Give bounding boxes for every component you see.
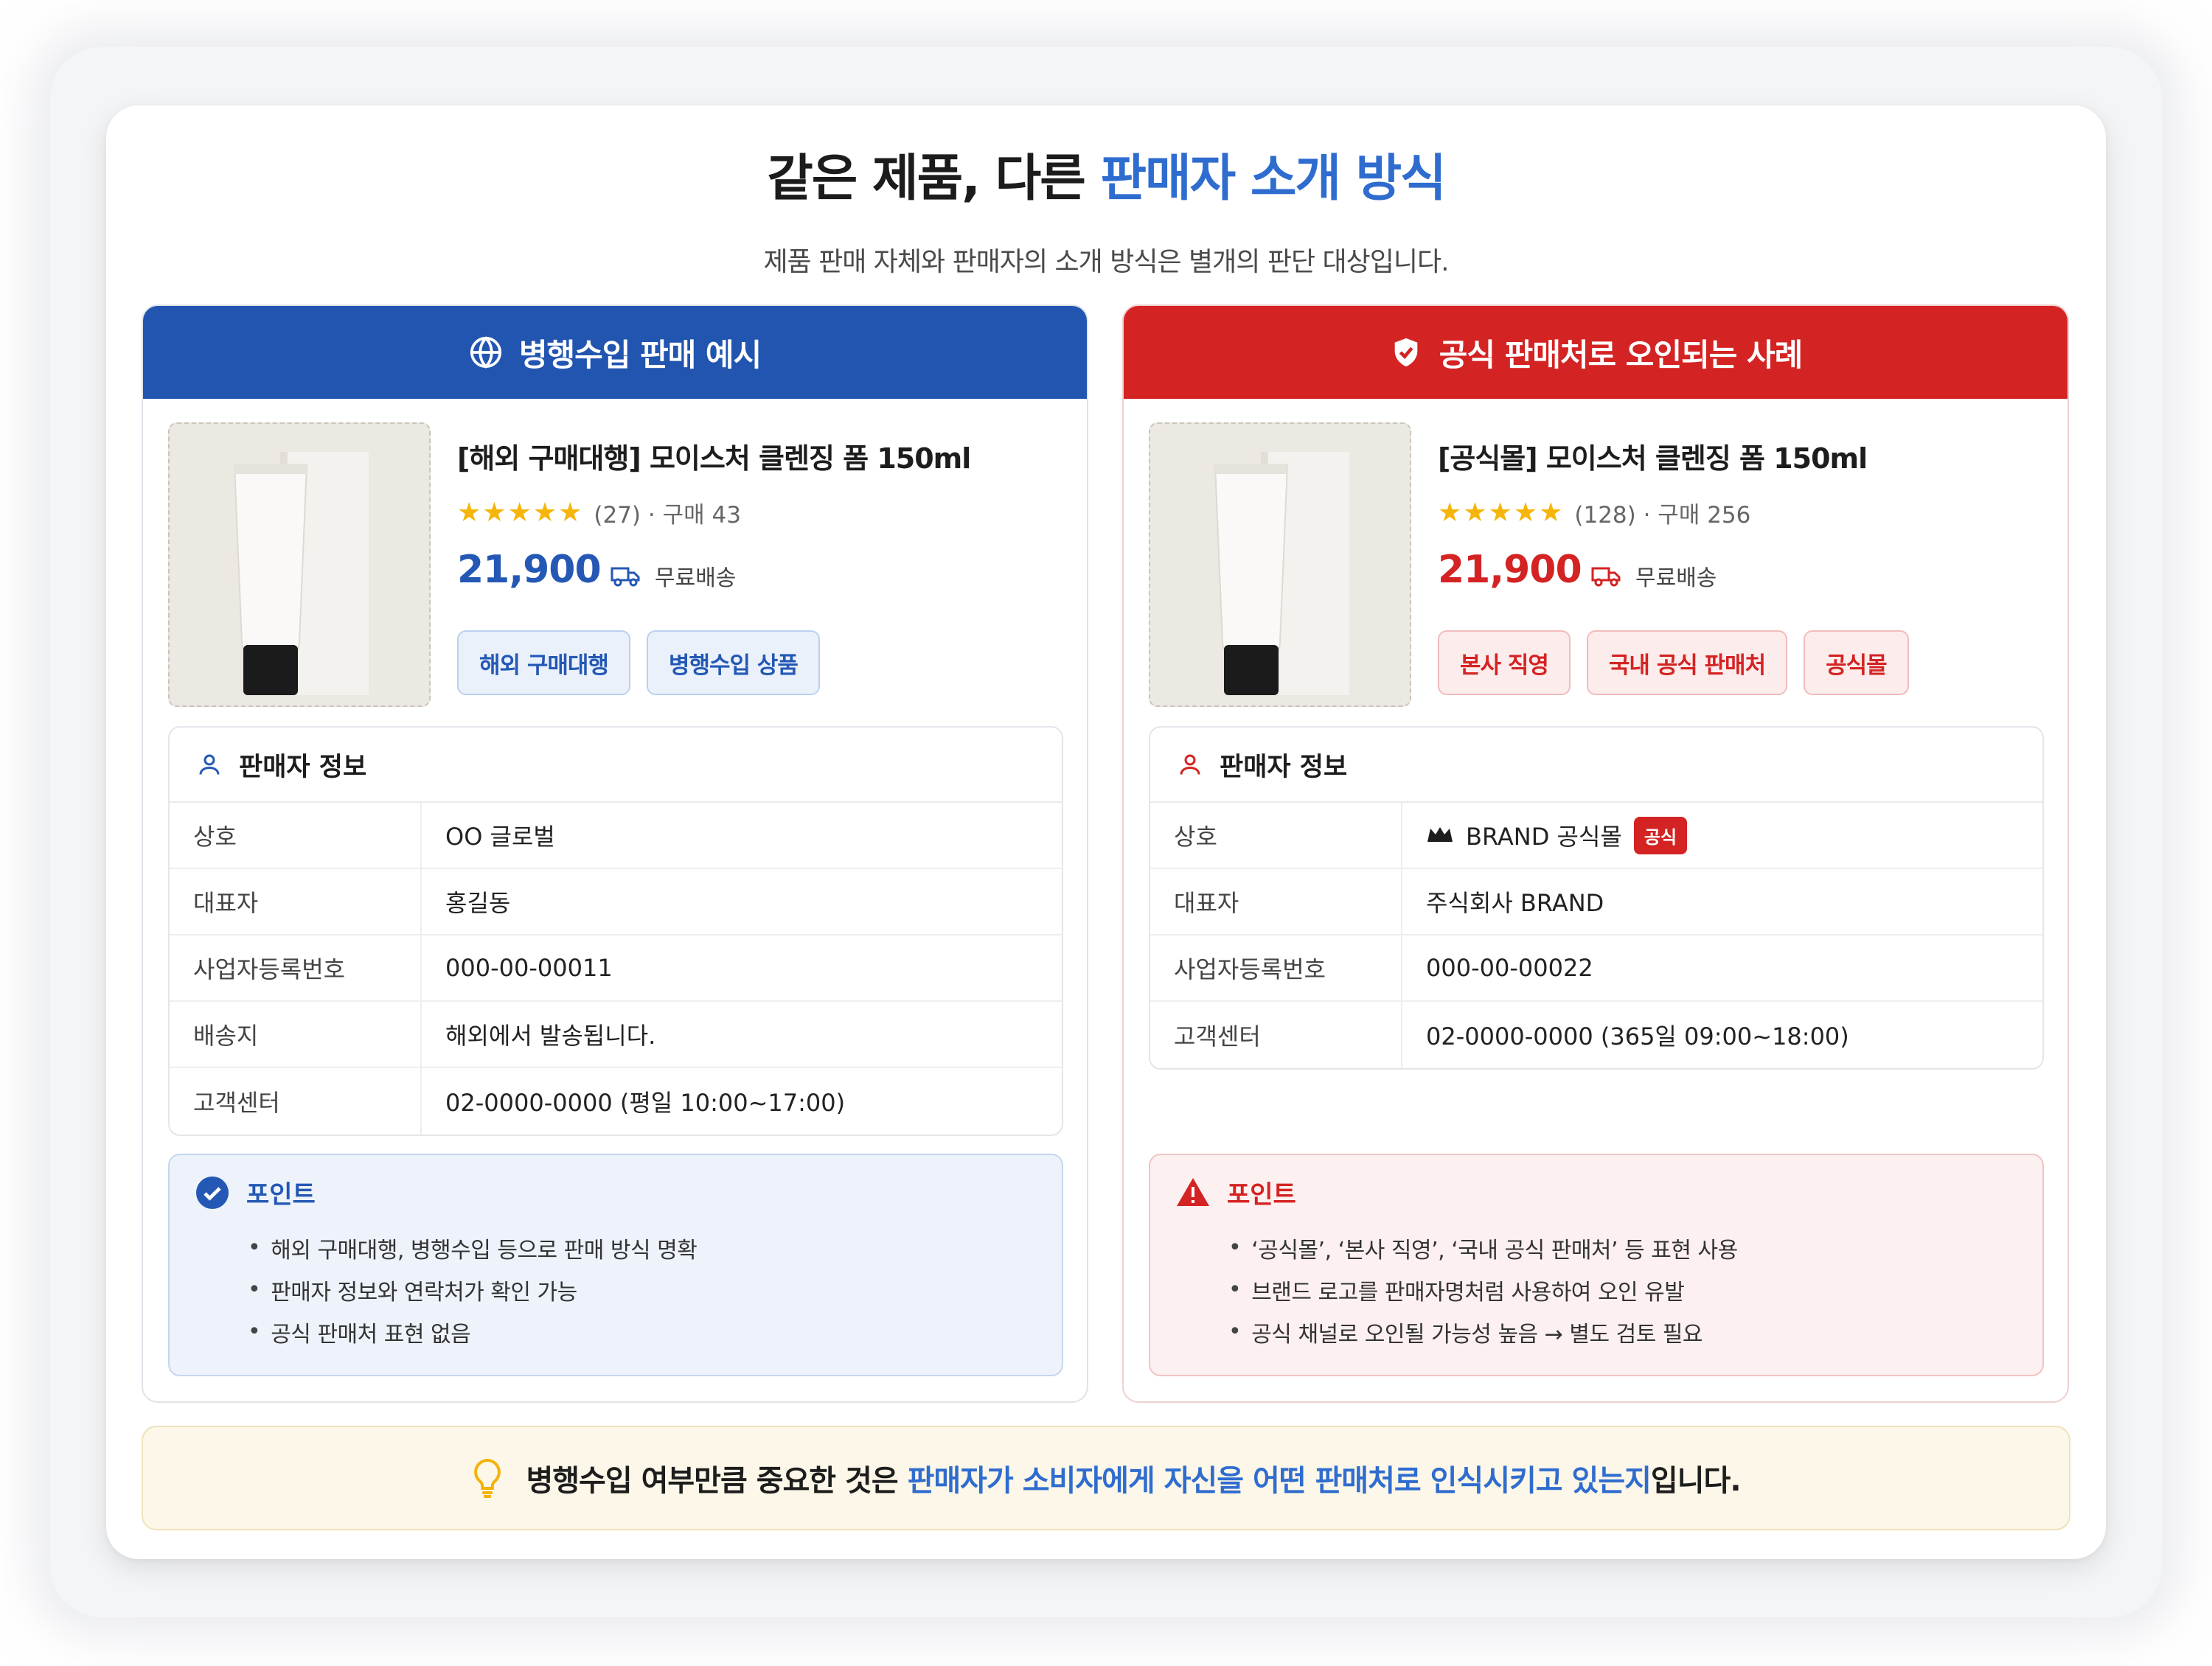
check-circle-icon: [196, 1176, 229, 1209]
tag-official-domestic-seller[interactable]: 국내 공식 판매처: [1586, 630, 1788, 695]
tag-hq-direct[interactable]: 본사 직영: [1438, 630, 1571, 695]
review-count: (27) · 구매 43: [594, 502, 741, 529]
product-card[interactable]: [해외 구매대행] 모이스처 클렌징 폼 150ml ★★★★★ (27) · …: [168, 422, 1065, 717]
tag-official-mall[interactable]: 공식몰: [1804, 630, 1909, 695]
product-name[interactable]: [공식몰] 모이스처 클렌징 폼 150ml: [1438, 436, 1868, 476]
warning-icon: [1177, 1177, 1209, 1206]
seller-row: 고객센터 02-0000-0000 (평일 10:00~17:00): [170, 1068, 1062, 1135]
point-box: 포인트 ‘공식몰’, ‘본사 직영’, ‘국내 공식 판매처’ 등 표현 사용 …: [1149, 1154, 2044, 1376]
product-name[interactable]: [해외 구매대행] 모이스처 클렌징 폼 150ml: [457, 436, 971, 476]
globe-icon: [470, 336, 501, 369]
seller-name: BRAND 공식몰: [1466, 823, 1622, 851]
seller-row: 상호 BRAND 공식몰 공식: [1150, 803, 2042, 869]
official-badge: 공식: [1633, 816, 1688, 854]
point-item: ‘공식몰’, ‘본사 직영’, ‘국내 공식 판매처’ 등 표현 사용: [1228, 1227, 2042, 1269]
parallel-import-panel: 병행수입 판매 예시 [해외 구매대행] 모이스처 클렌징 폼 150ml ★★…: [142, 304, 1088, 1403]
product-price: 21,900: [457, 548, 602, 592]
panel-header: 공식 판매처로 오인되는 사례: [1124, 306, 2067, 399]
point-item: 브랜드 로고를 판매자명처럼 사용하여 오인 유발: [1228, 1269, 2042, 1311]
shield-check-icon: [1394, 338, 1418, 367]
seller-info-table: 판매자 정보 상호 OO 글로벌 대표자 홍길동 사업자등록번호 000-00-000…: [168, 726, 1063, 1136]
panel-header: 병행수입 판매 예시: [143, 306, 1087, 399]
truck-icon: [1591, 567, 1621, 587]
key-takeaway-banner: 병행수입 여부만큼 중요한 것은 판매자가 소비자에게 자신을 어떤 판매처로 …: [142, 1426, 2070, 1530]
seller-row: 대표자 주식회사 BRAND: [1150, 869, 2042, 935]
truck-icon: [611, 567, 640, 587]
seller-row: 배송지 해외에서 발송됩니다.: [170, 1002, 1062, 1068]
product-rating: ★★★★★ (128) · 구매 256: [1438, 496, 1750, 529]
point-list: 해외 구매대행, 병행수입 등으로 판매 방식 명확 판매자 정보와 연락처가 …: [195, 1227, 1062, 1353]
point-item: 공식 채널로 오인될 가능성 높음 → 별도 검토 필요: [1228, 1311, 2042, 1353]
seller-info-table: 판매자 정보 상호 BRAND 공식몰 공식 대표자 주식회사 BRAND 사업자…: [1149, 726, 2044, 1070]
seller-row: 상호 OO 글로벌: [170, 803, 1062, 869]
point-header: 포인트: [1175, 1174, 2042, 1210]
user-icon: [1180, 754, 1200, 775]
shipping-label: 무료배송: [1635, 565, 1717, 591]
seller-row: 사업자등록번호 000-00-00011: [170, 935, 1062, 1002]
takeaway-accent: 판매자가 소비자에게 자신을 어떤 판매처로 인식시키고 있는지: [907, 1464, 1652, 1498]
star-rating-icon: ★★★★★: [1438, 498, 1565, 528]
shipping-label: 무료배송: [655, 565, 737, 591]
tag-parallel-import[interactable]: 병행수입 상품: [646, 630, 820, 695]
point-box: 포인트 해외 구매대행, 병행수입 등으로 판매 방식 명확 판매자 정보와 연…: [168, 1154, 1063, 1376]
product-image[interactable]: [1149, 422, 1411, 707]
point-item: 판매자 정보와 연락처가 확인 가능: [248, 1269, 1062, 1311]
point-list: ‘공식몰’, ‘본사 직영’, ‘국내 공식 판매처’ 등 표현 사용 브랜드 …: [1175, 1227, 2042, 1353]
page-subtitle: 제품 판매 자체와 판매자의 소개 방식은 별개의 판단 대상입니다.: [763, 247, 1449, 277]
star-rating-icon: ★★★★★: [457, 498, 584, 528]
lightbulb-icon: [474, 1458, 501, 1498]
page-title: 같은 제품, 다른 판매자 소개 방식: [767, 150, 1447, 208]
review-count: (128) · 구매 256: [1574, 502, 1751, 529]
official-misleading-panel: 공식 판매처로 오인되는 사례 [공식몰] 모이스처 클렌징 폼 150ml ★…: [1122, 304, 2069, 1403]
product-price: 21,900: [1438, 548, 1582, 592]
page-title-accent: 판매자 소개 방식: [1100, 150, 1446, 208]
shipping-info: 무료배송: [611, 560, 736, 592]
product-card[interactable]: [공식몰] 모이스처 클렌징 폼 150ml ★★★★★ (128) · 구매 …: [1149, 422, 2045, 717]
seller-row: 고객센터 02-0000-0000 (365일 09:00~18:00): [1150, 1002, 2042, 1068]
panel-header-label: 병행수입 판매 예시: [518, 336, 762, 373]
point-item: 해외 구매대행, 병행수입 등으로 판매 방식 명확: [248, 1227, 1062, 1269]
crown-logo-icon: [1426, 821, 1454, 849]
panel-header-label: 공식 판매처로 오인되는 사례: [1439, 336, 1804, 373]
product-tags: 본사 직영 국내 공식 판매처 공식몰: [1438, 630, 1909, 695]
product-image[interactable]: [168, 422, 431, 707]
seller-row: 사업자등록번호 000-00-00022: [1150, 935, 2042, 1002]
point-item: 공식 판매처 표현 없음: [248, 1311, 1062, 1353]
shipping-info: 무료배송: [1591, 560, 1717, 592]
seller-row: 대표자 홍길동: [170, 869, 1062, 935]
user-icon: [199, 754, 220, 775]
point-header: 포인트: [195, 1174, 1062, 1210]
product-rating: ★★★★★ (27) · 구매 43: [457, 496, 741, 529]
product-tags: 해외 구매대행 병행수입 상품: [457, 630, 820, 695]
seller-info-header: 판매자 정보: [1150, 728, 2042, 803]
seller-info-header: 판매자 정보: [170, 728, 1062, 803]
tag-overseas-purchase[interactable]: 해외 구매대행: [457, 630, 630, 695]
